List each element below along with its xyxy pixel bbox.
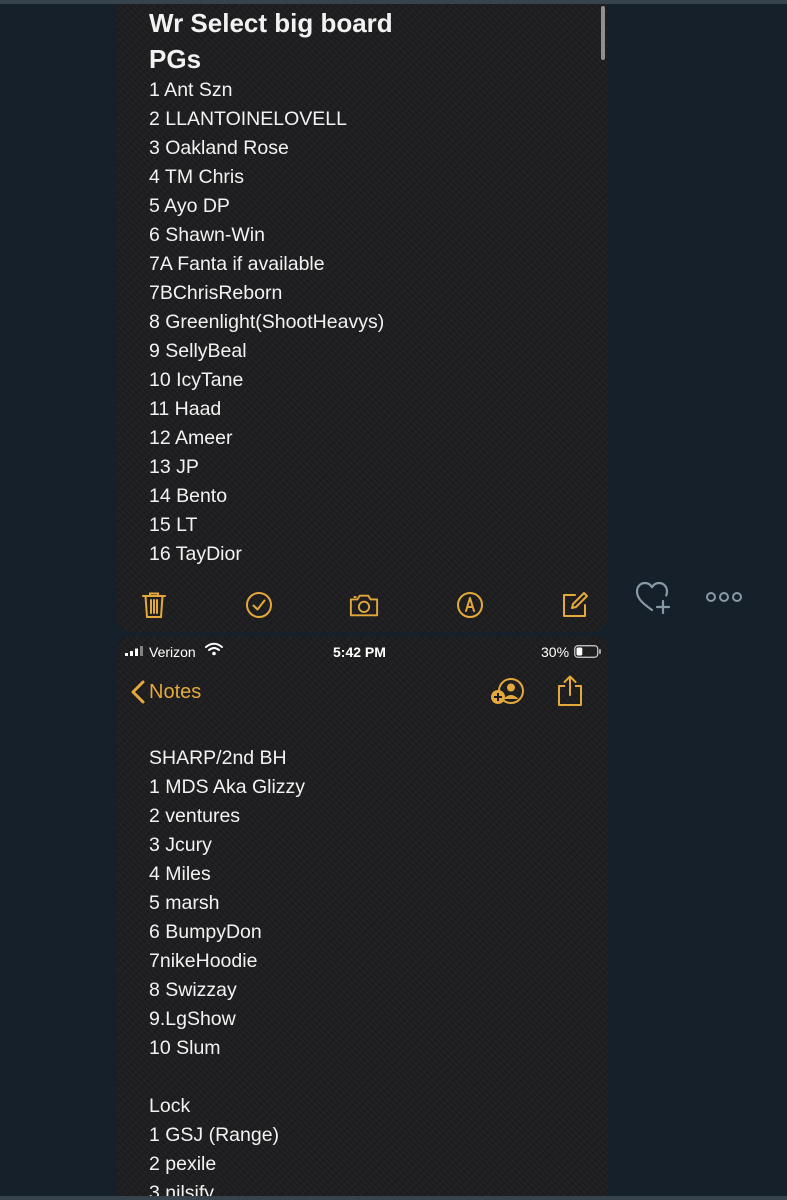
status-bar: Verizon 5:42 PM 30% <box>117 636 608 668</box>
list-item: 9.LgShow <box>149 1008 236 1030</box>
blank-line <box>149 1063 305 1092</box>
list-item: 8 Greenlight(ShootHeavys) <box>149 311 385 333</box>
list-item: 13 JP <box>149 456 199 478</box>
list-item: 14 Bento <box>149 485 228 507</box>
list-item: 5 Ayo DP <box>149 195 230 217</box>
note-screenshot-pgs[interactable]: Wr Select big board PGs 1 Ant Szn 2 LLAN… <box>117 4 608 632</box>
list-item: 4 Miles <box>149 863 211 885</box>
sharp-list: SHARP/2nd BH 1 MDS Aka Glizzy 2 ventures… <box>149 744 305 1196</box>
compose-icon[interactable] <box>560 590 590 620</box>
checklist-icon[interactable] <box>244 590 274 620</box>
battery-percentage: 30% <box>541 644 570 660</box>
list-item: 2 LLANTOINELOVELL <box>149 108 347 130</box>
list-item: 3 Oakland Rose <box>149 137 289 159</box>
list-item: 10 Slum <box>149 1037 221 1059</box>
battery-icon <box>574 645 601 658</box>
list-item: 15 LT <box>149 514 198 536</box>
list-item: 1 MDS Aka Glizzy <box>149 776 306 798</box>
list-item: 4 TM Chris <box>149 166 244 188</box>
markup-icon[interactable] <box>455 590 485 620</box>
list-item: 11 Haad <box>149 398 222 420</box>
list-item: 1 GSJ (Range) <box>149 1124 280 1146</box>
list-item: 16 TayDior <box>149 543 242 565</box>
list-item: 12 Ameer <box>149 427 233 449</box>
note-screenshot-sharp[interactable]: Verizon 5:42 PM 30% Notes SHARP/2nd BH 1… <box>117 636 608 1196</box>
carrier-label: Verizon <box>149 644 196 660</box>
list-item: 7BChrisReborn <box>149 282 283 304</box>
list-item: 3 Jcury <box>149 834 212 856</box>
list-item: 5 marsh <box>149 892 220 914</box>
section-heading: Lock <box>149 1095 191 1117</box>
chevron-left-icon <box>131 680 145 704</box>
note-heading-pgs: PGs <box>149 44 202 74</box>
signal-icon <box>125 646 143 656</box>
add-person-icon[interactable] <box>489 676 525 708</box>
status-time: 5:42 PM <box>333 644 386 660</box>
list-item: 1 Ant Szn <box>149 79 233 101</box>
wifi-icon <box>205 642 223 656</box>
bottom-divider <box>0 1196 787 1200</box>
pg-list: 1 Ant Szn 2 LLANTOINELOVELL 3 Oakland Ro… <box>149 76 384 569</box>
more-icon[interactable] <box>704 587 744 607</box>
list-item: 9 SellyBeal <box>149 340 247 362</box>
trash-icon[interactable] <box>139 590 169 620</box>
list-item: 7nikeHoodie <box>149 950 258 972</box>
list-item: 2 pexile <box>149 1153 217 1175</box>
list-item: 2 ventures <box>149 805 241 827</box>
back-label: Notes <box>149 680 202 703</box>
note-title: Wr Select big board <box>149 8 393 38</box>
list-item: 10 IcyTane <box>149 369 244 391</box>
list-item: 3 nilsify <box>149 1182 215 1196</box>
list-item: 8 Swizzay <box>149 979 237 1001</box>
section-heading: SHARP/2nd BH <box>149 747 287 769</box>
heart-add-icon[interactable] <box>634 580 672 616</box>
camera-icon[interactable] <box>349 590 379 620</box>
list-item: 6 Shawn-Win <box>149 224 265 246</box>
share-icon[interactable] <box>555 674 585 708</box>
back-button[interactable]: Notes <box>131 676 201 708</box>
scroll-indicator[interactable] <box>601 6 605 60</box>
list-item: 7A Fanta if available <box>149 253 325 275</box>
list-item: 6 BumpyDon <box>149 921 262 943</box>
